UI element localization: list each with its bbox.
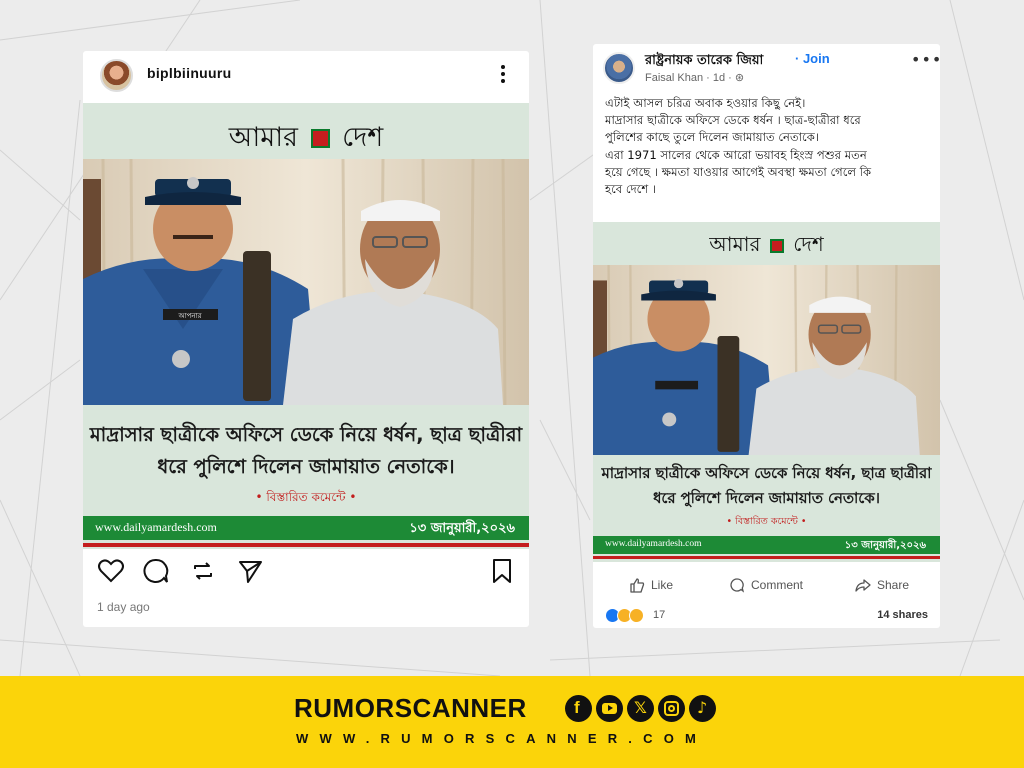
footer-banner: RUMORSCANNER f 𝕏 ♪ WWW.RUMORSCANNER.COM — [0, 676, 1024, 768]
details-in-comments: • বিস্তারিত কমেন্টে • — [255, 490, 357, 504]
logo-flag-icon — [769, 238, 784, 253]
group-name[interactable]: রাষ্ট্রনায়ক তারেক জিয়া — [645, 51, 763, 72]
news-photo — [593, 265, 940, 455]
photo-illustration — [593, 265, 940, 455]
facebook-post-card: রাষ্ট্রনায়ক তারেক জিয়া · Join Faisal K… — [593, 44, 942, 628]
post-time: · 1d · — [706, 72, 732, 84]
newspaper-logo: আমার দেশ — [83, 117, 529, 162]
logo-text-left: আমার — [709, 232, 761, 256]
more-horiz-icon[interactable]: ••• — [911, 50, 942, 69]
author-name[interactable]: Faisal Khan — [645, 72, 703, 84]
website-url[interactable]: WWW.RUMORSCANNER.COM — [296, 731, 707, 746]
like-button[interactable]: Like — [629, 572, 673, 598]
brand-name: RUMORSCANNER — [294, 693, 527, 723]
website-url: www.dailyamardesh.com — [605, 539, 702, 549]
post-line: হবে দেশে । — [605, 182, 657, 197]
news-headline: মাদ্রাসার ছাত্রীকে অফিসে ডেকে নিয়ে ধর্ষ… — [83, 419, 529, 483]
avatar[interactable] — [100, 59, 133, 92]
wow-reaction-icon — [629, 608, 644, 623]
comment-icon — [730, 578, 745, 593]
news-headline: মাদ্রাসার ছাত্রীকে অফিসে ডেকে নিয়ে ধর্ষ… — [593, 461, 940, 511]
facebook-icon[interactable]: f — [565, 695, 592, 722]
post-line: মাদ্রাসার ছাত্রীকে অফিসে ডেকে ধর্ষন । ছা… — [605, 113, 861, 128]
logo-text-left: আমার — [228, 122, 298, 153]
reaction-stats: 17 14 shares — [593, 607, 940, 625]
headline-line-1: মাদ্রাসার ছাত্রীকে অফিসে ডেকে নিয়ে ধর্ষ… — [89, 423, 523, 446]
username[interactable]: biplbiinuuru — [147, 65, 231, 81]
news-photo: আপনার — [83, 159, 529, 405]
post-text: এটাই আসল চরিত্র অবাক হওয়ার কিছু নেই। মা… — [605, 95, 935, 198]
photo-illustration: আপনার — [83, 159, 529, 405]
logo-text-right: দেশ — [342, 122, 384, 153]
post-line: এরা 1971 সালের থেকে আরো ভয়াবহ হিংস্র পশ… — [605, 147, 867, 162]
news-footer-bar: www.dailyamardesh.com ১৩ জানুয়ারী,২০২৬ — [593, 536, 940, 554]
share-button[interactable]: Share — [855, 572, 909, 598]
globe-icon: ⊛ — [734, 72, 745, 84]
news-graphic: আমার দেশ — [83, 103, 529, 549]
tiktok-icon[interactable]: ♪ — [689, 695, 716, 722]
share-icon[interactable] — [236, 557, 264, 585]
comment-icon[interactable] — [142, 557, 170, 585]
reaction-count[interactable]: 17 — [653, 609, 665, 621]
share-icon — [855, 579, 871, 592]
website-url: www.dailyamardesh.com — [95, 520, 217, 534]
post-actions: Like Comment Share — [593, 572, 940, 598]
x-icon[interactable]: 𝕏 — [627, 695, 654, 722]
share-count[interactable]: 14 shares — [877, 609, 928, 621]
instagram-icon[interactable] — [658, 695, 685, 722]
repost-icon[interactable] — [189, 557, 217, 585]
avatar[interactable] — [603, 52, 635, 84]
heart-icon[interactable] — [97, 557, 125, 585]
post-header: biplbiinuuru — [83, 51, 529, 101]
more-vert-icon[interactable] — [495, 62, 511, 86]
instagram-post-card: biplbiinuuru আমার দেশ আপনার মাদ্রাসার ছা… — [83, 51, 529, 627]
red-divider — [83, 543, 529, 547]
red-divider — [593, 556, 940, 559]
comment-button[interactable]: Comment — [729, 572, 803, 598]
photo-badge: আপনার — [178, 312, 202, 320]
join-button[interactable]: · Join — [795, 51, 830, 66]
post-line: পুলিশের কাছে তুলে দিলেন জামায়াত নেতাকে। — [605, 130, 819, 145]
news-date: ১৩ জানুয়ারী,২০২৬ — [844, 540, 926, 551]
headline-line-2: ধরে পুলিশে দিলেন জামায়াত নেতাকে। — [653, 490, 880, 507]
comment-label: Comment — [751, 578, 804, 592]
news-graphic: আমার দেশ — [593, 222, 940, 562]
news-footer-bar: www.dailyamardesh.com ১৩ জানুয়ারী,২০২৬ — [83, 516, 529, 540]
thumbs-up-icon — [630, 578, 645, 593]
headline-line-2: ধরে পুলিশে দিলেন জামায়াত নেতাকে। — [157, 455, 455, 478]
post-time: 1 day ago — [97, 600, 150, 614]
post-meta: Faisal Khan · 1d · ⊛ — [645, 71, 744, 84]
news-date: ১৩ জানুয়ারী,২০২৬ — [409, 521, 515, 536]
details-in-comments: • বিস্তারিত কমেন্টে • — [726, 516, 807, 527]
logo-flag-icon — [310, 129, 330, 148]
youtube-icon[interactable] — [596, 695, 623, 722]
post-actions — [83, 557, 529, 597]
share-label: Share — [877, 578, 910, 592]
newspaper-logo: আমার দেশ — [593, 230, 940, 263]
logo-text-right: দেশ — [793, 232, 824, 256]
post-line: হয়ে গেছে । ক্ষমতা যাওয়ার আগেই অবস্থা ক… — [605, 164, 872, 179]
post-line: এটাই আসল চরিত্র অবাক হওয়ার কিছু নেই। — [605, 96, 806, 110]
like-label: Like — [651, 578, 674, 592]
headline-line-1: মাদ্রাসার ছাত্রীকে অফিসে ডেকে নিয়ে ধর্ষ… — [601, 465, 932, 482]
bookmark-icon[interactable] — [488, 557, 516, 585]
